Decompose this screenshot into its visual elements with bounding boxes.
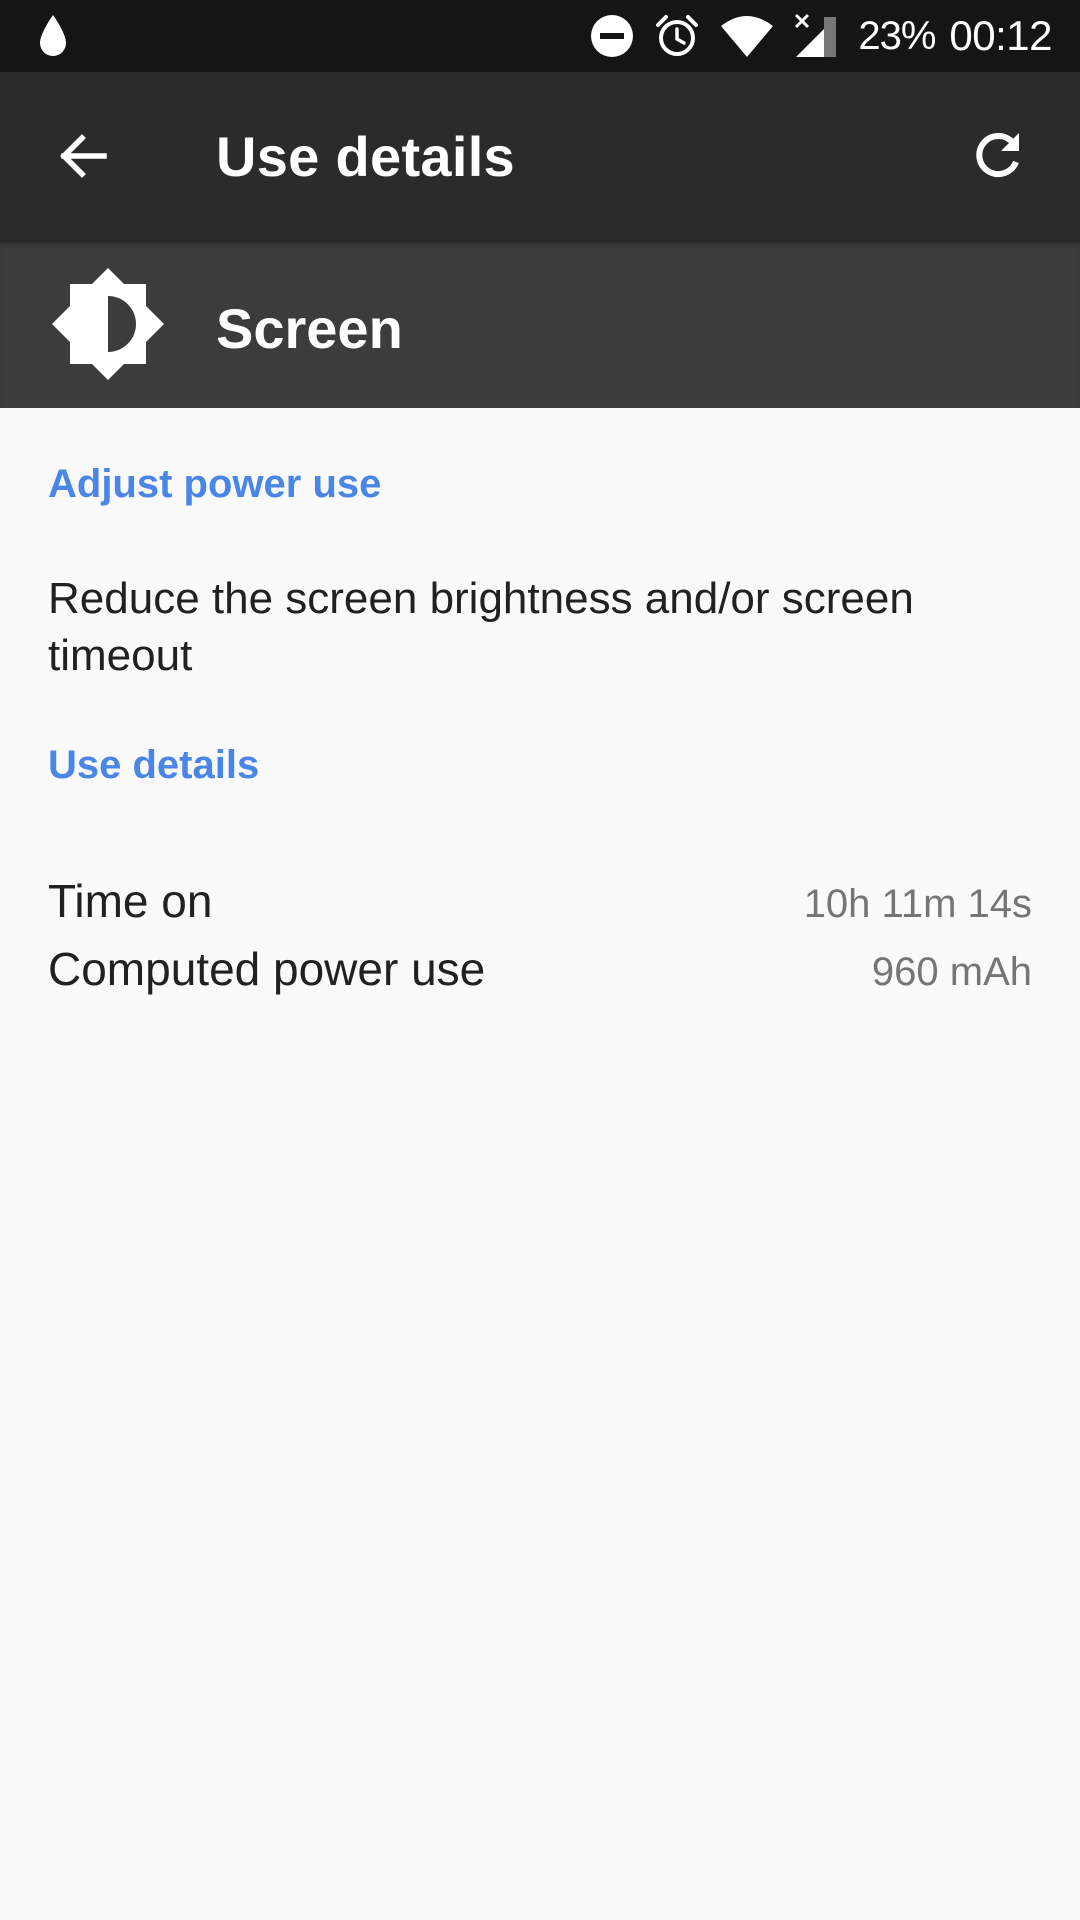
refresh-icon — [976, 133, 1019, 177]
signal-icon — [794, 13, 838, 59]
back-button[interactable] — [40, 114, 124, 198]
detail-value: 10h 11m 14s — [803, 882, 1032, 926]
battery-percentage: 23% — [858, 13, 936, 58]
refresh-button[interactable] — [956, 114, 1040, 198]
status-clock: 00:12 — [949, 12, 1052, 59]
adjust-power-use-title: Adjust power use — [48, 462, 382, 506]
status-icons: 23% 00:12 — [590, 0, 1052, 72]
detail-row-time-on: Time on 10h 11m 14s — [48, 874, 1032, 928]
adjust-power-description[interactable]: Reduce the screen brightness and/or scre… — [48, 570, 1038, 684]
app-bar: Use details — [0, 72, 1080, 240]
water-drop-icon — [40, 15, 66, 56]
detail-row-power-use: Computed power use 960 mAh — [48, 942, 1032, 996]
use-details-title: Use details — [48, 743, 260, 787]
brightness-icon — [52, 268, 164, 380]
detail-label: Time on — [48, 875, 213, 927]
header-title: Screen — [216, 297, 403, 360]
status-bar: 23% 00:12 — [0, 0, 1080, 72]
app-header: Screen — [0, 240, 1080, 408]
page-title: Use details — [216, 125, 515, 188]
do-not-disturb-icon — [590, 14, 634, 58]
detail-label: Computed power use — [48, 943, 486, 995]
alarm-icon — [654, 13, 700, 59]
detail-value: 960 mAh — [871, 950, 1032, 994]
arrow-back-icon — [60, 134, 107, 178]
wifi-icon — [720, 14, 774, 58]
